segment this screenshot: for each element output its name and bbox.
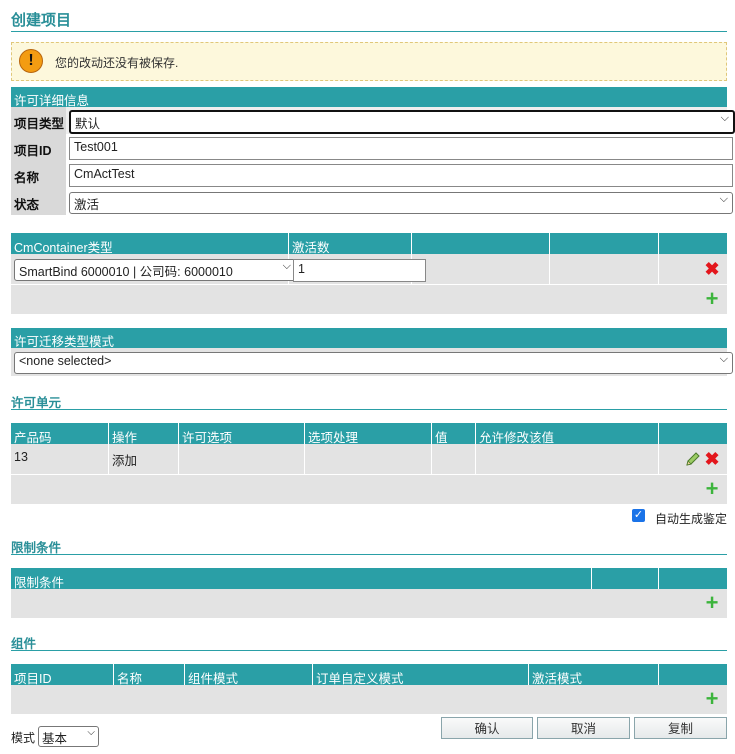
migration-header: 许可迁移类型模式	[11, 328, 727, 349]
col-empty-1	[412, 233, 550, 254]
restrictions-add-row	[11, 589, 727, 618]
warning-icon: !	[19, 49, 43, 73]
project-id-label: 项目ID	[14, 144, 52, 158]
col-license-option: 许可选项	[179, 423, 305, 444]
migration-select[interactable]: <none selected> ⌵	[14, 352, 733, 374]
unsaved-warning: ! 您的改动还没有被保存.	[11, 42, 727, 81]
add-icon[interactable]: +	[704, 592, 720, 614]
project-type-label: 项目类型	[14, 117, 65, 131]
col-component-name: 名称	[114, 664, 185, 685]
chevron-down-icon: ⌵	[87, 727, 95, 738]
chevron-down-icon: ⌵	[282, 260, 291, 272]
col-cmcontainer-type: CmContainer类型	[11, 233, 289, 254]
chevron-down-icon: ⌵	[720, 112, 729, 124]
components-add-row	[11, 685, 727, 714]
name-input[interactable]: CmActTest	[69, 164, 733, 187]
col-product-code: 产品码	[11, 423, 109, 444]
col-option-handling: 选项处理	[305, 423, 432, 444]
pencil-icon[interactable]	[685, 451, 701, 467]
confirm-button[interactable]: 确认	[441, 717, 533, 739]
mode-select[interactable]: 基本 ⌵	[38, 726, 99, 747]
col-empty-2	[550, 233, 659, 254]
auto-generate-checkbox[interactable]: ✓	[632, 509, 645, 522]
delete-icon[interactable]: ✖	[704, 260, 720, 278]
page-title: 创建项目	[11, 12, 72, 29]
col-component-mode: 组件模式	[185, 664, 313, 685]
col-allow-modify: 允许修改该值	[476, 423, 659, 444]
unit-product-code: 13	[11, 444, 109, 474]
mode-label: 模式	[11, 731, 36, 745]
col-value: 值	[432, 423, 476, 444]
project-type-select[interactable]: 默认 ⌵	[69, 110, 735, 134]
col-activation-mode: 激活模式	[529, 664, 659, 685]
name-label: 名称	[14, 171, 40, 185]
status-label: 状态	[14, 198, 40, 212]
add-icon[interactable]: +	[704, 478, 720, 500]
delete-icon[interactable]: ✖	[704, 450, 720, 468]
add-icon[interactable]: +	[704, 288, 720, 310]
col-activations: 激活数	[289, 233, 412, 254]
auto-generate-label: 自动生成鉴定	[655, 512, 728, 526]
col-component-project-id: 项目ID	[11, 664, 114, 685]
status-label-cell: 状态	[11, 188, 66, 215]
unit-add-row	[11, 475, 727, 504]
activations-input[interactable]: 1	[293, 259, 426, 282]
title-divider	[11, 31, 727, 32]
chevron-down-icon: ⌵	[719, 353, 728, 365]
status-select[interactable]: 激活 ⌵	[69, 192, 733, 214]
col-order-custom-mode: 订单自定义模式	[313, 664, 529, 685]
project-id-input[interactable]: Test001	[69, 137, 733, 160]
col-operation: 操作	[109, 423, 179, 444]
copy-button[interactable]: 复制	[634, 717, 727, 739]
container-add-row	[11, 285, 727, 314]
cancel-button[interactable]: 取消	[537, 717, 630, 739]
project-type-label-cell: 项目类型	[11, 107, 66, 134]
col-unit-actions	[659, 423, 727, 444]
license-details-header: 许可详细信息	[11, 87, 727, 108]
chevron-down-icon: ⌵	[719, 193, 728, 205]
container-type-select[interactable]: SmartBind 6000010 | 公司码: 6000010 ⌵	[14, 259, 296, 281]
unit-operation: 添加	[109, 444, 179, 474]
col-actions	[659, 233, 727, 254]
project-id-label-cell: 项目ID	[11, 134, 66, 161]
col-restriction: 限制条件	[11, 568, 592, 589]
warning-text: 您的改动还没有被保存.	[55, 56, 179, 70]
name-label-cell: 名称	[11, 161, 66, 188]
add-icon[interactable]: +	[704, 688, 720, 710]
